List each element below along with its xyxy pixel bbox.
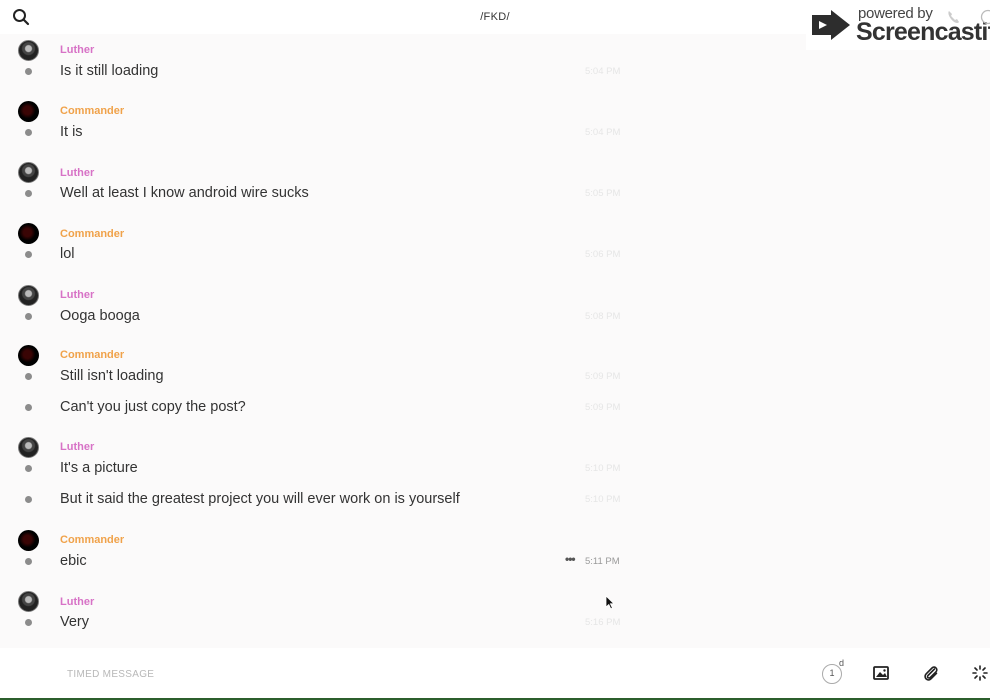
sender-name[interactable]: Commander — [60, 105, 124, 117]
message-bullet — [25, 558, 32, 565]
timer-unit: d — [839, 658, 845, 668]
message-bullet — [25, 496, 32, 503]
info-icon[interactable] — [980, 9, 990, 25]
message-bullet — [25, 619, 32, 626]
avatar-luther[interactable] — [18, 437, 39, 458]
message-text: Ooga booga — [60, 308, 140, 324]
message-time: 5:05 PM — [585, 188, 621, 199]
avatar-luther[interactable] — [18, 591, 39, 612]
timer-value: 1 — [829, 668, 835, 678]
attach-button[interactable] — [922, 664, 942, 684]
message-text: ebic — [60, 553, 87, 569]
message-text: lol — [60, 246, 75, 262]
sender-name[interactable]: Luther — [60, 441, 94, 453]
timer-button[interactable]: 1 d — [822, 658, 844, 686]
message-list: Luther Is it still loading 5:04 PM Comma… — [0, 34, 990, 648]
message-time: 5:09 PM — [585, 402, 621, 413]
message-time: 5:10 PM — [585, 494, 621, 505]
avatar-commander[interactable] — [18, 345, 39, 366]
composer-bar: 1 d — [0, 648, 990, 698]
avatar-commander[interactable] — [18, 223, 39, 244]
mouse-cursor-icon — [605, 595, 615, 610]
phone-icon[interactable] — [946, 9, 962, 25]
send-spinner-icon — [972, 665, 988, 681]
message-bullet — [25, 373, 32, 380]
message-bullet — [25, 129, 32, 136]
message-time: 5:08 PM — [585, 311, 621, 322]
message-time: 5:09 PM — [585, 371, 621, 382]
more-options-button[interactable]: ••• — [565, 552, 576, 566]
sender-name[interactable]: Commander — [60, 228, 124, 240]
sender-name[interactable]: Commander — [60, 534, 124, 546]
message-bullet — [25, 68, 32, 75]
sender-name[interactable]: Luther — [60, 596, 94, 608]
message-time: 5:04 PM — [585, 127, 621, 138]
message-text: Is it still loading — [60, 63, 159, 79]
avatar-luther[interactable] — [18, 162, 39, 183]
message-text: But it said the greatest project you wil… — [60, 491, 460, 507]
more-options-icon: ••• — [565, 552, 576, 566]
sender-name[interactable]: Commander — [60, 349, 124, 361]
image-icon — [873, 666, 889, 680]
paperclip-icon — [924, 666, 938, 681]
send-button[interactable] — [971, 664, 990, 684]
sender-name[interactable]: Luther — [60, 167, 94, 179]
message-bullet — [25, 404, 32, 411]
sender-name[interactable]: Luther — [60, 44, 94, 56]
message-bullet — [25, 190, 32, 197]
message-bullet — [25, 251, 32, 258]
message-time: 5:04 PM — [585, 66, 621, 77]
message-text: Well at least I know android wire sucks — [60, 185, 309, 201]
message-bullet — [25, 313, 32, 320]
message-time: 5:10 PM — [585, 463, 621, 474]
message-text: Very — [60, 614, 90, 630]
avatar-commander[interactable] — [18, 101, 39, 122]
avatar-commander[interactable] — [18, 530, 39, 551]
message-time: 5:16 PM — [585, 617, 621, 628]
avatar-luther[interactable] — [18, 40, 39, 61]
message-text: Still isn't loading — [60, 368, 164, 384]
message-time: 5:11 PM — [585, 556, 620, 567]
sender-name[interactable]: Luther — [60, 289, 94, 301]
message-input[interactable] — [67, 666, 667, 682]
message-text: Can't you just copy the post? — [60, 399, 246, 415]
message-bullet — [25, 465, 32, 472]
image-button[interactable] — [872, 664, 892, 684]
avatar-luther[interactable] — [18, 285, 39, 306]
message-text: It is — [60, 124, 83, 140]
message-text: It's a picture — [60, 460, 138, 476]
message-time: 5:06 PM — [585, 249, 621, 260]
